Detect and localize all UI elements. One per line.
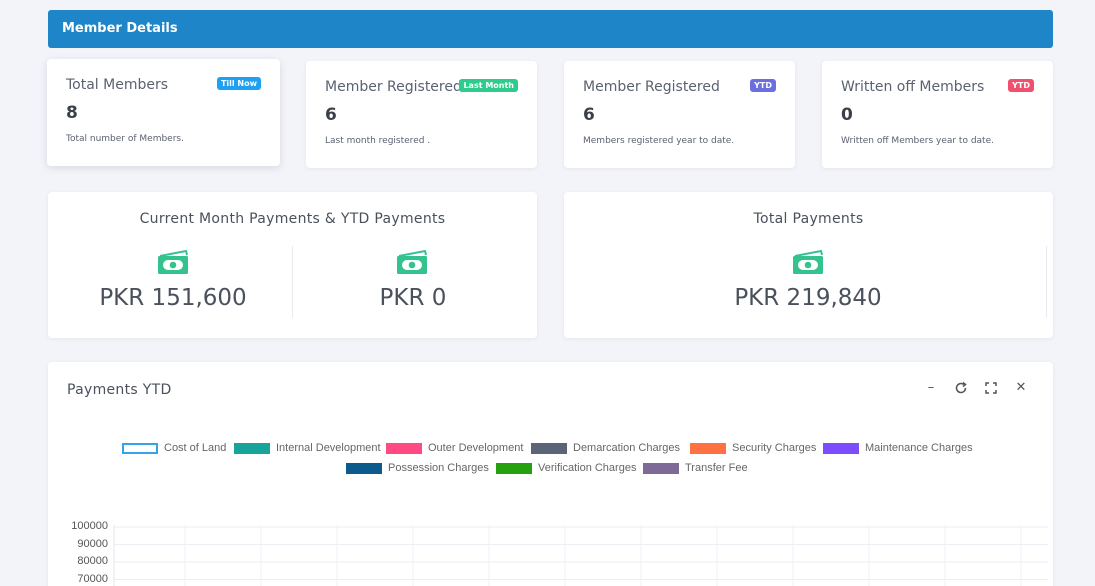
legend-swatch [496,462,532,474]
stat-description: Total number of Members. [66,134,184,144]
y-tick-label: 90000 [77,537,108,550]
refresh-icon[interactable] [954,381,968,395]
stat-title: Written off Members [841,79,985,95]
status-badge: Last Month [459,79,518,92]
legend-item[interactable]: Cost of Land [122,441,226,455]
money-bill-icon [397,250,427,274]
legend-label: Cost of Land [164,442,227,454]
stat-description: Last month registered . [325,136,431,146]
current-month-amount: PKR 151,600 [99,285,247,311]
legend-item[interactable]: Possession Charges [346,461,489,475]
y-tick-label: 70000 [77,572,108,585]
legend-swatch [346,462,382,474]
legend-item[interactable]: Outer Development [386,441,523,455]
chart-plot [113,525,1048,586]
legend-swatch [122,442,158,454]
legend-label: Transfer Fee [685,462,748,474]
legend-item[interactable]: Demarcation Charges [531,441,680,455]
legend-item[interactable]: Internal Development [234,441,381,455]
stat-title: Total Members [66,77,169,93]
y-tick-label: 100000 [71,520,108,532]
legend-label: Possession Charges [388,462,489,474]
fullscreen-icon[interactable] [984,381,998,395]
legend-item[interactable]: Maintenance Charges [823,441,973,455]
stat-value: 0 [841,105,853,125]
divider [1046,246,1047,318]
stat-card-written-off: Written off Members YTD 0 Written off Me… [822,61,1053,168]
legend-swatch [386,442,422,454]
stat-title: Member Registered [325,79,462,95]
panel-title: Payments YTD [67,382,172,398]
total-amount: PKR 219,840 [734,285,882,311]
total-payments-card: Total Payments PKR 219,840 [564,192,1053,338]
legend-label: Outer Development [428,442,524,454]
stat-value: 6 [325,105,337,125]
ytd-amount: PKR 0 [379,285,447,311]
legend-item[interactable]: Transfer Fee [643,461,748,475]
y-tick-label: 80000 [77,555,108,567]
stat-value: 8 [66,103,78,123]
legend-label: Maintenance Charges [865,442,973,454]
stat-card-last-month: Member Registered Last Month 6 Last mont… [306,61,537,168]
money-bill-icon [793,250,823,274]
legend-swatch [690,442,726,454]
current-payments-card: Current Month Payments & YTD Payments PK… [48,192,537,338]
legend-label: Demarcation Charges [573,442,680,454]
legend-label: Internal Development [276,442,381,454]
close-icon[interactable]: ✕ [1014,381,1028,395]
legend-item[interactable]: Verification Charges [496,461,636,475]
stat-description: Members registered year to date. [583,136,735,146]
current-payments-title: Current Month Payments & YTD Payments [139,211,446,227]
minimize-icon[interactable]: – [924,381,938,395]
stat-card-ytd-registered: Member Registered YTD 6 Members register… [564,61,795,168]
legend-label: Security Charges [732,442,817,454]
stat-card-total-members: Total Members Till Now 8 Total number of… [47,59,280,166]
legend-swatch [234,442,270,454]
total-payments-title: Total Payments [753,211,864,227]
divider [292,246,293,318]
legend-label: Verification Charges [538,462,637,474]
header-title: Member Details [62,21,178,36]
stat-title: Member Registered [583,79,720,95]
stat-value: 6 [583,105,595,125]
legend-swatch [531,442,567,454]
status-badge: YTD [1008,79,1034,92]
legend-item[interactable]: Security Charges [690,441,816,455]
member-details-header: Member Details [48,10,1053,48]
status-badge: YTD [750,79,776,92]
legend-swatch [643,462,679,474]
stat-description: Written off Members year to date. [841,136,994,146]
status-badge: Till Now [216,77,261,90]
money-bill-icon [158,250,188,274]
payments-ytd-panel: Payments YTD – ✕ Cost of Land Internal De… [48,362,1053,586]
legend-swatch [823,442,859,454]
